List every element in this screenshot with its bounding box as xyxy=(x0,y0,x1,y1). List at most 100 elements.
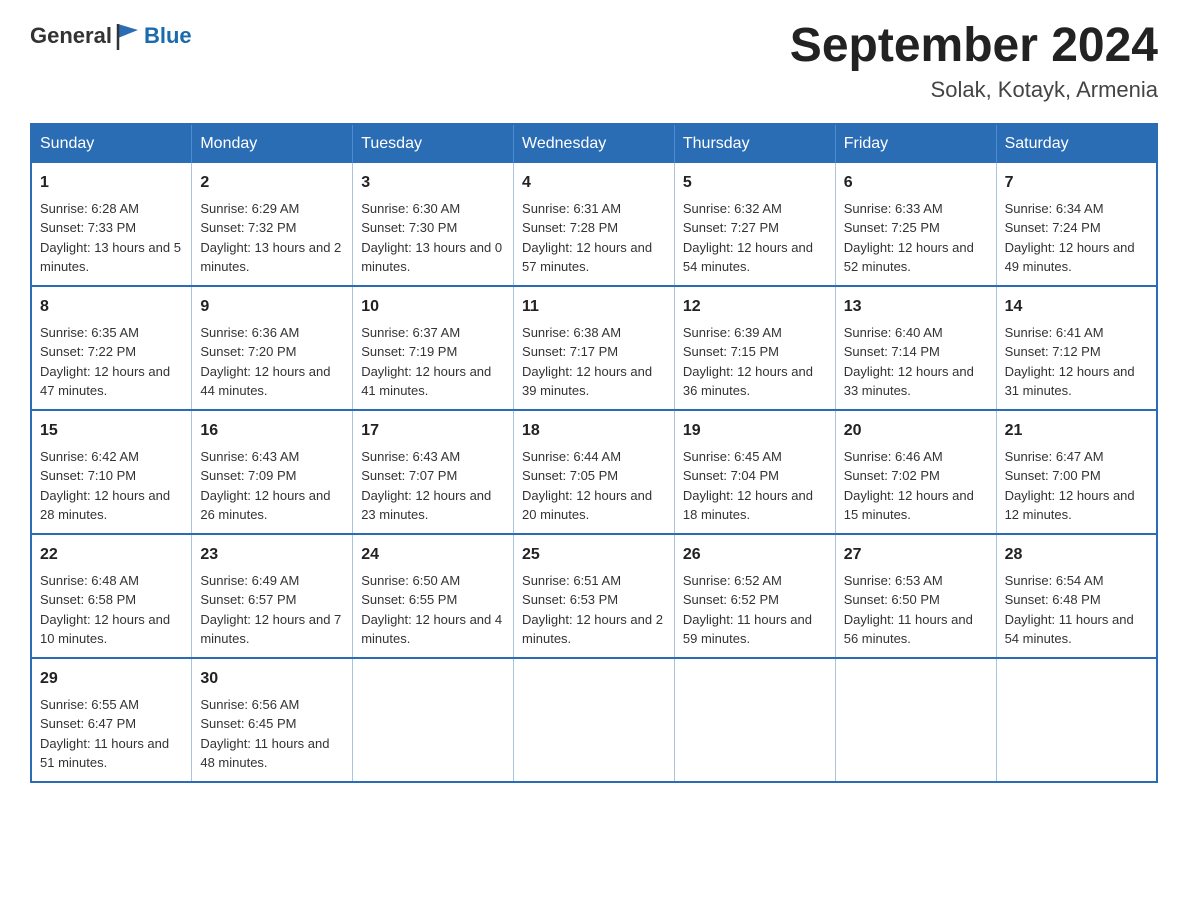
day-info: Sunrise: 6:39 AMSunset: 7:15 PMDaylight:… xyxy=(683,325,813,399)
calendar-cell xyxy=(353,658,514,782)
day-info: Sunrise: 6:37 AMSunset: 7:19 PMDaylight:… xyxy=(361,325,491,399)
day-info: Sunrise: 6:53 AMSunset: 6:50 PMDaylight:… xyxy=(844,573,973,647)
day-number: 12 xyxy=(683,295,827,319)
calendar-cell xyxy=(514,658,675,782)
day-number: 17 xyxy=(361,419,505,443)
calendar-cell: 2 Sunrise: 6:29 AMSunset: 7:32 PMDayligh… xyxy=(192,163,353,286)
calendar-cell xyxy=(835,658,996,782)
day-number: 25 xyxy=(522,543,666,567)
calendar-cell: 24 Sunrise: 6:50 AMSunset: 6:55 PMDaylig… xyxy=(353,534,514,658)
day-info: Sunrise: 6:51 AMSunset: 6:53 PMDaylight:… xyxy=(522,573,663,647)
calendar-header-friday: Friday xyxy=(835,124,996,163)
calendar-cell: 15 Sunrise: 6:42 AMSunset: 7:10 PMDaylig… xyxy=(31,410,192,534)
calendar-cell: 5 Sunrise: 6:32 AMSunset: 7:27 PMDayligh… xyxy=(674,163,835,286)
calendar-header-wednesday: Wednesday xyxy=(514,124,675,163)
calendar-header-thursday: Thursday xyxy=(674,124,835,163)
day-number: 6 xyxy=(844,171,988,195)
calendar-header-monday: Monday xyxy=(192,124,353,163)
calendar-week-row: 22 Sunrise: 6:48 AMSunset: 6:58 PMDaylig… xyxy=(31,534,1157,658)
day-info: Sunrise: 6:50 AMSunset: 6:55 PMDaylight:… xyxy=(361,573,502,647)
day-number: 10 xyxy=(361,295,505,319)
day-info: Sunrise: 6:40 AMSunset: 7:14 PMDaylight:… xyxy=(844,325,974,399)
calendar-week-row: 15 Sunrise: 6:42 AMSunset: 7:10 PMDaylig… xyxy=(31,410,1157,534)
day-number: 16 xyxy=(200,419,344,443)
calendar-table: SundayMondayTuesdayWednesdayThursdayFrid… xyxy=(30,123,1158,783)
day-info: Sunrise: 6:43 AMSunset: 7:07 PMDaylight:… xyxy=(361,449,491,523)
calendar-cell: 29 Sunrise: 6:55 AMSunset: 6:47 PMDaylig… xyxy=(31,658,192,782)
day-info: Sunrise: 6:43 AMSunset: 7:09 PMDaylight:… xyxy=(200,449,330,523)
day-info: Sunrise: 6:28 AMSunset: 7:33 PMDaylight:… xyxy=(40,201,181,275)
day-info: Sunrise: 6:47 AMSunset: 7:00 PMDaylight:… xyxy=(1005,449,1135,523)
day-number: 28 xyxy=(1005,543,1148,567)
day-number: 7 xyxy=(1005,171,1148,195)
title-section: September 2024 Solak, Kotayk, Armenia xyxy=(790,20,1158,103)
day-info: Sunrise: 6:41 AMSunset: 7:12 PMDaylight:… xyxy=(1005,325,1135,399)
calendar-cell: 8 Sunrise: 6:35 AMSunset: 7:22 PMDayligh… xyxy=(31,286,192,410)
day-number: 19 xyxy=(683,419,827,443)
day-number: 1 xyxy=(40,171,183,195)
calendar-cell: 20 Sunrise: 6:46 AMSunset: 7:02 PMDaylig… xyxy=(835,410,996,534)
day-number: 14 xyxy=(1005,295,1148,319)
calendar-cell: 22 Sunrise: 6:48 AMSunset: 6:58 PMDaylig… xyxy=(31,534,192,658)
calendar-cell: 11 Sunrise: 6:38 AMSunset: 7:17 PMDaylig… xyxy=(514,286,675,410)
day-info: Sunrise: 6:46 AMSunset: 7:02 PMDaylight:… xyxy=(844,449,974,523)
day-number: 11 xyxy=(522,295,666,319)
day-number: 24 xyxy=(361,543,505,567)
calendar-cell: 30 Sunrise: 6:56 AMSunset: 6:45 PMDaylig… xyxy=(192,658,353,782)
day-number: 8 xyxy=(40,295,183,319)
calendar-week-row: 29 Sunrise: 6:55 AMSunset: 6:47 PMDaylig… xyxy=(31,658,1157,782)
logo-text-general: General xyxy=(30,23,112,49)
day-number: 21 xyxy=(1005,419,1148,443)
calendar-cell: 26 Sunrise: 6:52 AMSunset: 6:52 PMDaylig… xyxy=(674,534,835,658)
day-number: 2 xyxy=(200,171,344,195)
calendar-header-tuesday: Tuesday xyxy=(353,124,514,163)
calendar-cell: 3 Sunrise: 6:30 AMSunset: 7:30 PMDayligh… xyxy=(353,163,514,286)
calendar-cell: 19 Sunrise: 6:45 AMSunset: 7:04 PMDaylig… xyxy=(674,410,835,534)
calendar-cell: 17 Sunrise: 6:43 AMSunset: 7:07 PMDaylig… xyxy=(353,410,514,534)
day-info: Sunrise: 6:44 AMSunset: 7:05 PMDaylight:… xyxy=(522,449,652,523)
day-number: 22 xyxy=(40,543,183,567)
day-number: 9 xyxy=(200,295,344,319)
calendar-cell: 16 Sunrise: 6:43 AMSunset: 7:09 PMDaylig… xyxy=(192,410,353,534)
calendar-cell: 28 Sunrise: 6:54 AMSunset: 6:48 PMDaylig… xyxy=(996,534,1157,658)
day-number: 18 xyxy=(522,419,666,443)
calendar-cell xyxy=(674,658,835,782)
day-info: Sunrise: 6:36 AMSunset: 7:20 PMDaylight:… xyxy=(200,325,330,399)
calendar-cell: 1 Sunrise: 6:28 AMSunset: 7:33 PMDayligh… xyxy=(31,163,192,286)
calendar-cell: 4 Sunrise: 6:31 AMSunset: 7:28 PMDayligh… xyxy=(514,163,675,286)
day-info: Sunrise: 6:30 AMSunset: 7:30 PMDaylight:… xyxy=(361,201,502,275)
calendar-cell: 14 Sunrise: 6:41 AMSunset: 7:12 PMDaylig… xyxy=(996,286,1157,410)
calendar-cell: 21 Sunrise: 6:47 AMSunset: 7:00 PMDaylig… xyxy=(996,410,1157,534)
day-info: Sunrise: 6:49 AMSunset: 6:57 PMDaylight:… xyxy=(200,573,341,647)
day-info: Sunrise: 6:52 AMSunset: 6:52 PMDaylight:… xyxy=(683,573,812,647)
logo: General Blue xyxy=(30,20,192,52)
day-info: Sunrise: 6:54 AMSunset: 6:48 PMDaylight:… xyxy=(1005,573,1134,647)
day-number: 15 xyxy=(40,419,183,443)
day-info: Sunrise: 6:34 AMSunset: 7:24 PMDaylight:… xyxy=(1005,201,1135,275)
month-title: September 2024 xyxy=(790,20,1158,73)
calendar-cell: 13 Sunrise: 6:40 AMSunset: 7:14 PMDaylig… xyxy=(835,286,996,410)
day-number: 30 xyxy=(200,667,344,691)
day-info: Sunrise: 6:38 AMSunset: 7:17 PMDaylight:… xyxy=(522,325,652,399)
day-number: 5 xyxy=(683,171,827,195)
day-info: Sunrise: 6:32 AMSunset: 7:27 PMDaylight:… xyxy=(683,201,813,275)
logo-flag-icon xyxy=(114,20,142,52)
calendar-header-row: SundayMondayTuesdayWednesdayThursdayFrid… xyxy=(31,124,1157,163)
day-number: 26 xyxy=(683,543,827,567)
calendar-cell xyxy=(996,658,1157,782)
calendar-cell: 12 Sunrise: 6:39 AMSunset: 7:15 PMDaylig… xyxy=(674,286,835,410)
calendar-cell: 9 Sunrise: 6:36 AMSunset: 7:20 PMDayligh… xyxy=(192,286,353,410)
day-number: 3 xyxy=(361,171,505,195)
day-number: 20 xyxy=(844,419,988,443)
day-number: 27 xyxy=(844,543,988,567)
calendar-cell: 23 Sunrise: 6:49 AMSunset: 6:57 PMDaylig… xyxy=(192,534,353,658)
calendar-cell: 10 Sunrise: 6:37 AMSunset: 7:19 PMDaylig… xyxy=(353,286,514,410)
location: Solak, Kotayk, Armenia xyxy=(790,77,1158,103)
day-info: Sunrise: 6:33 AMSunset: 7:25 PMDaylight:… xyxy=(844,201,974,275)
day-info: Sunrise: 6:42 AMSunset: 7:10 PMDaylight:… xyxy=(40,449,170,523)
day-number: 23 xyxy=(200,543,344,567)
page-header: General Blue September 2024 Solak, Kotay… xyxy=(30,20,1158,103)
day-info: Sunrise: 6:45 AMSunset: 7:04 PMDaylight:… xyxy=(683,449,813,523)
day-info: Sunrise: 6:29 AMSunset: 7:32 PMDaylight:… xyxy=(200,201,341,275)
calendar-week-row: 1 Sunrise: 6:28 AMSunset: 7:33 PMDayligh… xyxy=(31,163,1157,286)
